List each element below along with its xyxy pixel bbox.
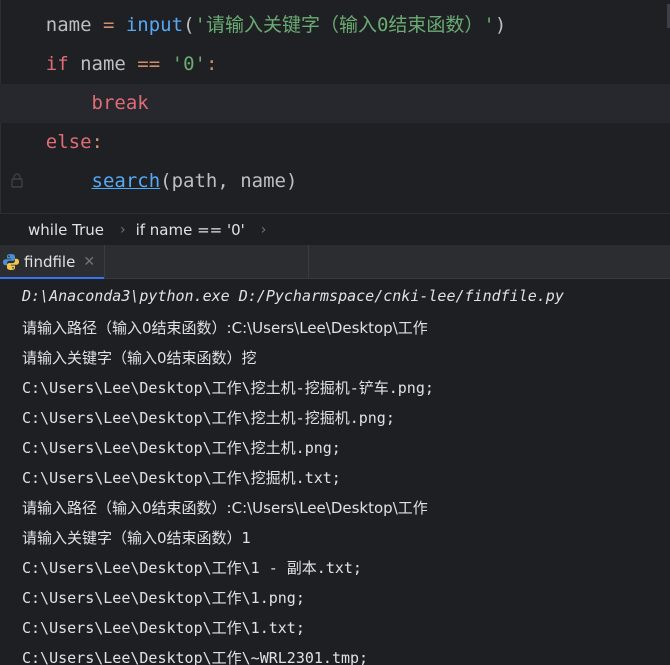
code-token: break bbox=[91, 92, 149, 114]
console-line[interactable]: C:\Users\Lee\Desktop\工作\挖掘机.txt; bbox=[22, 467, 341, 488]
code-token: ( bbox=[183, 14, 195, 36]
code-token: : bbox=[91, 131, 103, 153]
code-token: path, name bbox=[171, 170, 286, 192]
console-line[interactable]: C:\Users\Lee\Desktop\工作\~WRL2301.tmp; bbox=[22, 647, 368, 665]
console-line[interactable]: C:\Users\Lee\Desktop\工作\1.txt; bbox=[22, 617, 305, 638]
code-token: if bbox=[45, 53, 81, 75]
code-token: input bbox=[125, 14, 184, 36]
code-token: = bbox=[102, 14, 126, 36]
code-token: ( bbox=[160, 170, 172, 192]
code-line-4[interactable]: else: bbox=[0, 123, 670, 162]
code-token: name bbox=[80, 53, 138, 75]
code-token: ) bbox=[286, 170, 298, 192]
code-line-5[interactable]: search(path, name) bbox=[0, 162, 670, 201]
code-editor[interactable]: name = input('请输入关键字（输入0结束函数）') if name … bbox=[0, 0, 670, 213]
console-line[interactable]: C:\Users\Lee\Desktop\工作\1 - 副本.txt; bbox=[22, 557, 362, 578]
code-token: '请输入关键字（输入0结束函数）' bbox=[194, 14, 495, 36]
console-line[interactable]: 请输入关键字（输入0结束函数）1 bbox=[22, 527, 251, 548]
tab-label: findfile bbox=[24, 252, 76, 271]
code-token: name bbox=[45, 14, 103, 36]
fold-icon[interactable] bbox=[9, 172, 25, 188]
breadcrumb-item-if[interactable]: if name == '0' bbox=[126, 221, 245, 239]
chevron-right-icon: › bbox=[260, 222, 267, 238]
code-line-2[interactable]: if name == '0': bbox=[0, 45, 670, 84]
run-tab-bar: findfile ✕ bbox=[0, 245, 670, 279]
console-line[interactable]: C:\Users\Lee\Desktop\工作\挖土机.png; bbox=[22, 437, 341, 458]
code-token: == bbox=[137, 53, 172, 75]
close-icon[interactable]: ✕ bbox=[83, 254, 95, 270]
tab-divider bbox=[308, 245, 309, 278]
code-line-1[interactable]: name = input('请输入关键字（输入0结束函数）') bbox=[0, 6, 670, 45]
console-line[interactable]: C:\Users\Lee\Desktop\工作\挖土机-挖掘机.png; bbox=[22, 407, 395, 428]
breadcrumb: while True › if name == '0' › bbox=[0, 213, 670, 246]
code-line-3[interactable]: break bbox=[0, 84, 670, 123]
console-line[interactable]: C:\Users\Lee\Desktop\工作\挖土机-挖掘机-铲车.png; bbox=[22, 377, 434, 398]
tab-findfile[interactable]: findfile ✕ bbox=[0, 245, 105, 279]
python-icon bbox=[3, 253, 19, 270]
breadcrumb-item-while[interactable]: while True bbox=[0, 221, 104, 239]
code-token: '0' bbox=[171, 53, 206, 75]
function-link[interactable]: search bbox=[92, 170, 161, 192]
code-token: else bbox=[45, 131, 92, 153]
code-token: : bbox=[205, 53, 218, 75]
code-token: ) bbox=[494, 14, 507, 36]
console-line[interactable]: 请输入路径（输入0结束函数）:C:\Users\Lee\Desktop\工作 bbox=[22, 497, 428, 518]
console-line[interactable]: D:\Anaconda3\python.exe D:/Pycharmspace/… bbox=[22, 287, 564, 305]
console-line[interactable]: C:\Users\Lee\Desktop\工作\1.png; bbox=[22, 587, 305, 608]
console-line[interactable]: 请输入关键字（输入0结束函数）挖 bbox=[22, 347, 257, 368]
console-line[interactable]: 请输入路径（输入0结束函数）:C:\Users\Lee\Desktop\工作 bbox=[22, 317, 428, 338]
run-console-output[interactable]: D:\Anaconda3\python.exe D:/Pycharmspace/… bbox=[0, 279, 670, 665]
